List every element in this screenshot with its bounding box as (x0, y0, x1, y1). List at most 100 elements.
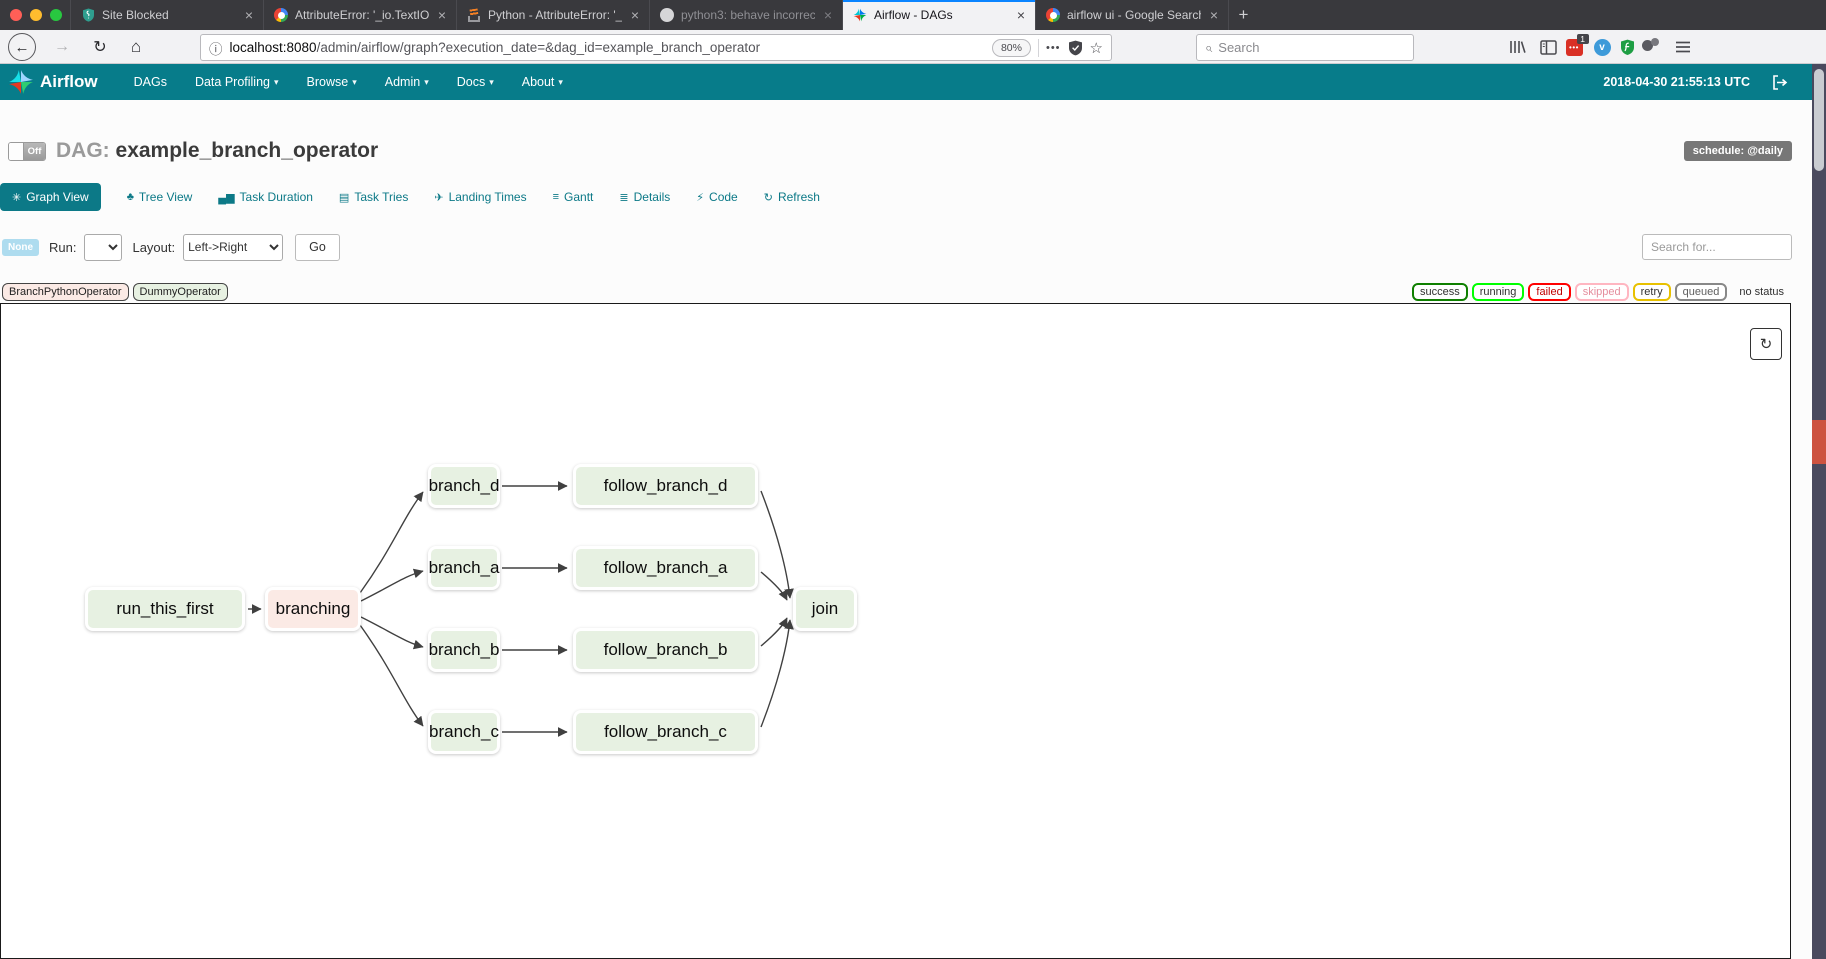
tab-github[interactable]: python3: behave incorrectly mo × (649, 0, 842, 30)
close-icon[interactable]: × (243, 7, 255, 23)
task-node-follow_branch_a[interactable]: follow_branch_a (573, 546, 758, 590)
task-node-branch_c[interactable]: branch_c (428, 710, 500, 754)
tab-gantt[interactable]: ≡Gantt (553, 190, 594, 204)
chevron-down-icon: ▾ (274, 77, 279, 88)
status-queued: queued (1675, 283, 1728, 301)
tab-google-search[interactable]: airflow ui - Google Search × (1035, 0, 1228, 30)
home-button[interactable]: ⌂ (122, 33, 150, 61)
view-tabs: ✳Graph View ♣Tree View ▄▆Task Duration ▤… (0, 182, 820, 212)
toggle-knob (9, 143, 24, 160)
search-bar: ⌕ (1196, 34, 1414, 61)
task-node-follow_branch_c[interactable]: follow_branch_c (573, 710, 758, 754)
tab-task-duration[interactable]: ▄▆Task Duration (218, 190, 313, 204)
nav-item-data-profiling[interactable]: Data Profiling▾ (181, 64, 293, 100)
info-icon[interactable]: ⓘ (209, 38, 223, 58)
task-node-branch_d[interactable]: branch_d (428, 464, 500, 508)
chevron-down-icon: ▾ (352, 77, 357, 88)
tab-code[interactable]: ⚡Code (696, 190, 737, 204)
google-favicon-icon (274, 8, 288, 22)
tab-tree-view[interactable]: ♣Tree View (127, 190, 193, 204)
close-window-button[interactable] (10, 9, 22, 21)
task-node-follow_branch_d[interactable]: follow_branch_d (573, 464, 758, 508)
dag-graph-canvas[interactable]: run_this_first branching branch_d follow… (0, 303, 1791, 959)
airflow-brand[interactable]: Airflow (8, 69, 98, 95)
reload-button[interactable]: ↻ (86, 33, 114, 61)
dag-name: example_branch_operator (116, 139, 379, 162)
nav-item-admin[interactable]: Admin▾ (371, 64, 443, 100)
task-tries-icon: ▤ (339, 191, 349, 204)
dag-prefix: DAG: (56, 139, 110, 162)
nav-item-about[interactable]: About▾ (508, 64, 577, 100)
new-tab-button[interactable]: + (1228, 0, 1258, 30)
canvas-refresh-button[interactable]: ↻ (1750, 328, 1782, 360)
task-node-branch_a[interactable]: branch_a (428, 546, 500, 590)
operator-legend-item: DummyOperator (133, 283, 228, 301)
tab-title: airflow ui - Google Search (1067, 8, 1201, 22)
code-icon: ⚡ (696, 191, 704, 204)
zoom-level-badge[interactable]: 80% (992, 39, 1031, 57)
tab-landing-times[interactable]: ✈Landing Times (434, 190, 526, 204)
extension-circles-icon[interactable] (1642, 36, 1660, 54)
tab-task-tries[interactable]: ▤Task Tries (339, 190, 408, 204)
layout-select[interactable]: Left->Right (183, 234, 283, 261)
dag-edges (1, 304, 1790, 958)
chevron-down-icon: ▾ (489, 77, 494, 88)
close-icon[interactable]: × (629, 7, 641, 23)
go-button[interactable]: Go (295, 234, 340, 261)
tab-stackoverflow[interactable]: Python - AttributeError: '_io.Te × (456, 0, 649, 30)
url-bar[interactable]: ⓘ localhost:8080/admin/airflow/graph?exe… (200, 34, 1112, 61)
zoom-window-button[interactable] (50, 9, 62, 21)
nav-item-browse[interactable]: Browse▾ (293, 64, 371, 100)
task-node-run_this_first[interactable]: run_this_first (85, 587, 245, 631)
task-node-branching[interactable]: branching (265, 587, 361, 631)
operator-legend-item: BranchPythonOperator (2, 283, 129, 301)
task-node-follow_branch_b[interactable]: follow_branch_b (573, 628, 758, 672)
github-favicon-icon (660, 8, 674, 22)
pocket-shield-icon[interactable] (1068, 40, 1083, 56)
tab-title: Airflow - DAGs (874, 8, 1008, 22)
close-icon[interactable]: × (822, 7, 834, 23)
graph-view-icon: ✳ (12, 191, 21, 204)
airflow-logo-icon (8, 69, 34, 95)
task-node-join[interactable]: join (793, 587, 857, 631)
browser-tab-bar: Site Blocked × AttributeError: '_io.Text… (0, 0, 1826, 30)
bookmark-star-icon[interactable]: ☆ (1090, 39, 1103, 57)
task-node-branch_b[interactable]: branch_b (428, 628, 500, 672)
tab-airflow-dags[interactable]: Airflow - DAGs × (842, 0, 1035, 30)
status-no-status: no status (1731, 283, 1792, 301)
forward-button[interactable]: → (48, 33, 76, 61)
status-failed: failed (1528, 283, 1570, 301)
nav-item-dags[interactable]: DAGs (120, 64, 181, 100)
extension-blue-icon[interactable]: v (1591, 36, 1613, 58)
refresh-button[interactable]: ↻Refresh (764, 190, 820, 204)
tab-site-blocked[interactable]: Site Blocked × (70, 0, 263, 30)
close-icon[interactable]: × (1208, 7, 1220, 23)
menu-hamburger-icon[interactable] (1672, 36, 1694, 58)
search-icon: ⌕ (1205, 40, 1212, 56)
library-icon[interactable] (1506, 36, 1528, 58)
details-icon: ≣ (619, 191, 628, 204)
sidebar-toggle-icon[interactable] (1537, 36, 1559, 58)
scrollbar-thumb[interactable] (1814, 69, 1824, 171)
task-search-input[interactable] (1642, 234, 1792, 260)
close-icon[interactable]: × (436, 7, 448, 23)
extension-red-icon[interactable]: ••• 1 (1563, 36, 1585, 58)
back-button[interactable]: ← (8, 33, 36, 61)
toggle-state-label: Off (24, 143, 45, 160)
tab-graph-view[interactable]: ✳Graph View (0, 183, 101, 211)
tab-title: python3: behave incorrectly mo (681, 8, 815, 22)
minimize-window-button[interactable] (30, 9, 42, 21)
tab-details[interactable]: ≣Details (619, 190, 670, 204)
shield-favicon-icon (81, 8, 95, 22)
nav-item-docs[interactable]: Docs▾ (443, 64, 508, 100)
url-text[interactable]: localhost:8080/admin/airflow/graph?execu… (230, 40, 985, 55)
logout-icon[interactable] (1772, 75, 1788, 90)
extension-shield-icon[interactable] (1616, 36, 1638, 58)
close-icon[interactable]: × (1015, 7, 1027, 23)
dag-pause-toggle[interactable]: Off (8, 142, 46, 161)
page-actions-icon[interactable]: ••• (1046, 42, 1061, 54)
tab-attributeerror-search[interactable]: AttributeError: '_io.TextIOWrapp × (263, 0, 456, 30)
browser-search-input[interactable] (1218, 40, 1405, 55)
run-select[interactable] (84, 234, 122, 261)
extension-dots: ••• (1569, 43, 1579, 52)
